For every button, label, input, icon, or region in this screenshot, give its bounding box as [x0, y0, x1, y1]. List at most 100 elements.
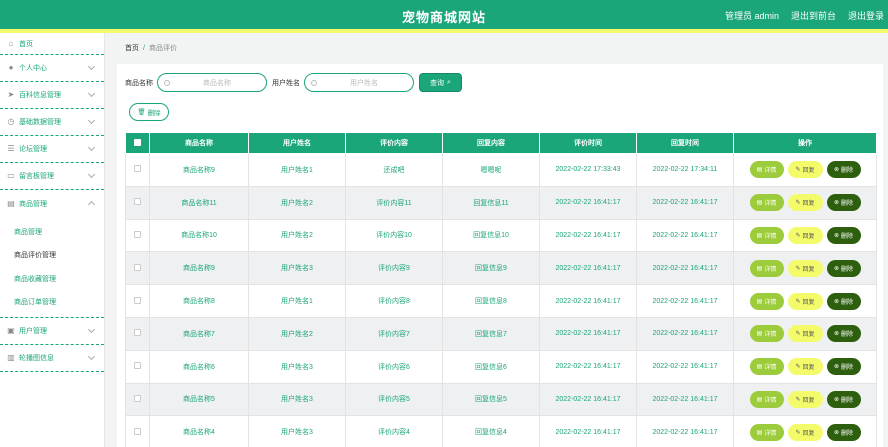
reply-button[interactable]: ✎ 回复 [787, 292, 823, 310]
delete-label: 删除 [841, 365, 854, 372]
delete-button[interactable]: ⊗ 删除 [826, 423, 861, 441]
sidebar-item-products[interactable]: ▤ 商品管理 [0, 190, 104, 217]
reply-button[interactable]: ✎ 回复 [787, 194, 823, 212]
reply-button[interactable]: ✎ 回复 [787, 161, 823, 179]
sidebar-item-carousel[interactable]: ▥ 轮播图信息 [0, 345, 104, 372]
message-icon: ▭ [7, 171, 15, 180]
delete-button[interactable]: ⊗ 删除 [826, 390, 861, 408]
admin-user-link[interactable]: 管理员 admin [725, 9, 779, 22]
reply-button[interactable]: ✎ 回复 [787, 226, 823, 244]
detail-button[interactable]: ▤ 详情 [749, 423, 784, 441]
reply-label: 回复 [802, 365, 815, 372]
table-cell: 商品名称6 [149, 349, 249, 384]
detail-button[interactable]: ▤ 详情 [749, 194, 784, 212]
trash-icon: ⊗ [833, 232, 839, 239]
query-button[interactable]: 查询 ⌕ [419, 73, 462, 92]
table-cell: 回复信息6 [442, 349, 540, 384]
edit-icon: ✎ [795, 200, 801, 207]
breadcrumb-home[interactable]: 首页 [125, 45, 139, 52]
delete-button[interactable]: ⊗ 删除 [826, 292, 861, 310]
detail-button[interactable]: ▤ 详情 [749, 161, 784, 179]
table-cell: 2022-02-22 16:41:17 [539, 218, 637, 253]
row-actions-cell: ▤ 详情 ✎ 回复 ⊗ 删除 [733, 251, 877, 286]
logout-link[interactable]: 退出登录 [848, 9, 884, 22]
table-cell: 评价内容6 [345, 349, 443, 384]
product-name-input[interactable]: 商品名称 [157, 73, 267, 92]
delete-button[interactable]: ⊗ 删除 [826, 161, 861, 179]
row-checkbox[interactable] [134, 263, 141, 271]
reply-button[interactable]: ✎ 回复 [787, 423, 823, 441]
table-row: 商品名称7 用户姓名2 评价内容7 回复信息7 2022-02-22 16:41:17 2… [125, 316, 877, 351]
submenu-item-product-management[interactable]: 商品管理 [0, 220, 104, 244]
table-cell: 商品名称11 [149, 185, 249, 220]
table-cell: 回复信息7 [442, 316, 540, 351]
row-checkbox[interactable] [134, 296, 141, 304]
detail-label: 详情 [764, 201, 777, 208]
document-icon: ▤ [756, 298, 763, 305]
column-header: 评价时间 [539, 132, 637, 154]
sidebar-item-label: 用户管理 [19, 328, 47, 335]
sidebar-item-home[interactable]: ⌂ 首页 [0, 33, 104, 55]
home-icon: ⌂ [8, 38, 14, 48]
table-cell: 商品名称8 [149, 284, 249, 318]
table-cell: 用户姓名2 [248, 316, 346, 351]
submenu-item-product-orders[interactable]: 商品订单管理 [0, 291, 104, 315]
table-cell: 用户姓名3 [248, 415, 346, 447]
top-header: 宠物商城网站 管理员 admin 退出到前台 退出登录 [0, 0, 888, 29]
row-checkbox[interactable] [134, 329, 141, 337]
delete-label: 删除 [841, 201, 854, 208]
edit-icon: ✎ [795, 298, 801, 305]
exit-to-front-link[interactable]: 退出到前台 [791, 9, 836, 22]
row-select-cell [125, 251, 150, 286]
trash-icon: ⊗ [833, 396, 839, 403]
delete-button[interactable]: ⊗ 删除 [826, 325, 861, 343]
sidebar-item-forum[interactable]: ☰ 论坛管理 [0, 136, 104, 163]
sidebar-item-basic-data[interactable]: ◷ 基础数据管理 [0, 109, 104, 136]
submenu-item-product-favorites[interactable]: 商品收藏管理 [0, 267, 104, 291]
column-header: 操作 [733, 132, 877, 154]
reply-label: 回复 [802, 332, 815, 339]
search-icon: ⌕ [447, 78, 451, 86]
sidebar-item-label: 商品管理 [19, 200, 47, 208]
table-cell: 用户姓名1 [248, 153, 346, 187]
reply-button[interactable]: ✎ 回复 [787, 259, 823, 277]
row-select-cell [125, 153, 150, 187]
detail-button[interactable]: ▤ 详情 [749, 259, 784, 277]
table-cell: 评价内容5 [345, 382, 443, 417]
table-row: 商品名称8 用户姓名1 评价内容8 回复信息8 2022-02-22 16:41:17 2… [125, 284, 877, 318]
reply-button[interactable]: ✎ 回复 [787, 358, 823, 376]
reply-button[interactable]: ✎ 回复 [787, 390, 823, 408]
detail-button[interactable]: ▤ 详情 [749, 226, 784, 244]
sidebar-item-message-board[interactable]: ▭ 留言板管理 [0, 163, 104, 190]
batch-delete-button[interactable]: 🗑 删除 [129, 103, 169, 121]
row-checkbox[interactable] [134, 427, 141, 435]
row-actions-cell: ▤ 详情 ✎ 回复 ⊗ 删除 [733, 316, 877, 351]
row-checkbox[interactable] [134, 362, 141, 370]
row-actions-cell: ▤ 详情 ✎ 回复 ⊗ 删除 [733, 218, 877, 253]
row-checkbox[interactable] [134, 394, 141, 402]
delete-button[interactable]: ⊗ 删除 [826, 259, 861, 277]
sidebar-item-encyclopedia[interactable]: ➤ 百科信息管理 [0, 82, 104, 109]
row-select-cell [125, 382, 150, 417]
chevron-down-icon [87, 352, 96, 361]
row-checkbox[interactable] [134, 230, 141, 238]
row-checkbox[interactable] [134, 198, 141, 206]
detail-button[interactable]: ▤ 详情 [749, 325, 784, 343]
sidebar-item-profile[interactable]: ● 个人中心 [0, 55, 104, 82]
delete-button[interactable]: ⊗ 删除 [826, 358, 861, 376]
chevron-down-icon [87, 143, 96, 152]
delete-button[interactable]: ⊗ 删除 [826, 226, 861, 244]
detail-label: 详情 [764, 299, 777, 306]
row-checkbox[interactable] [134, 165, 141, 173]
delete-button[interactable]: ⊗ 删除 [826, 194, 861, 212]
reply-button[interactable]: ✎ 回复 [787, 325, 823, 343]
detail-button[interactable]: ▤ 详情 [749, 358, 784, 376]
sidebar-item-users[interactable]: ▣ 用户管理 [0, 318, 104, 345]
user-name-input[interactable]: 用户姓名 [304, 73, 414, 92]
sidebar-item-label: 百科信息管理 [19, 92, 61, 99]
row-actions-cell: ▤ 详情 ✎ 回复 ⊗ 删除 [733, 382, 877, 417]
detail-button[interactable]: ▤ 详情 [749, 390, 784, 408]
select-all-checkbox[interactable] [134, 138, 141, 146]
detail-button[interactable]: ▤ 详情 [749, 292, 784, 310]
submenu-item-product-reviews[interactable]: 商品评价管理 [0, 244, 104, 268]
